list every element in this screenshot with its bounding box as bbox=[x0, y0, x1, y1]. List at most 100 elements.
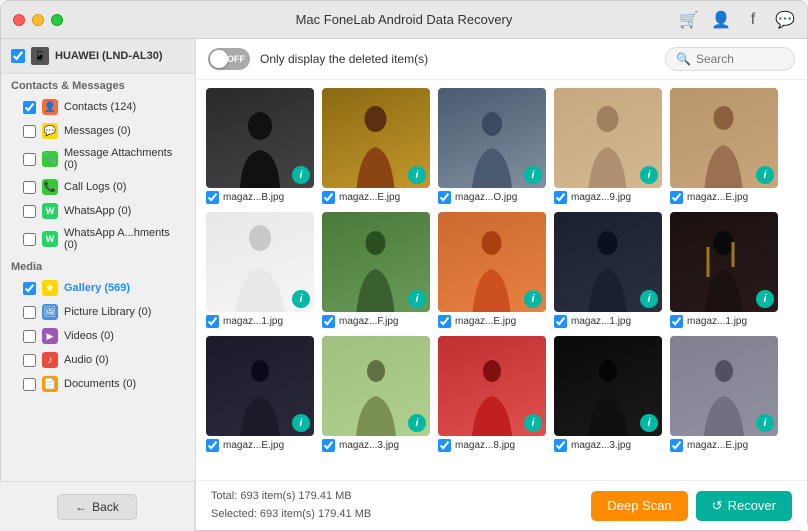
photo-thumb[interactable]: i bbox=[670, 212, 778, 312]
photo-checkbox[interactable] bbox=[206, 439, 219, 452]
photo-label: magaz...1.jpg bbox=[223, 316, 283, 327]
list-item: i magaz...E.jpg bbox=[670, 336, 778, 452]
info-badge[interactable]: i bbox=[408, 166, 426, 184]
photo-thumb[interactable]: i bbox=[670, 88, 778, 188]
photo-thumb[interactable]: i bbox=[438, 212, 546, 312]
photo-thumb[interactable]: i bbox=[322, 88, 430, 188]
info-badge[interactable]: i bbox=[524, 166, 542, 184]
back-button[interactable]: ← Back bbox=[57, 494, 137, 520]
msg-attach-icon: 📎 bbox=[42, 151, 58, 167]
photo-thumb[interactable]: i bbox=[670, 336, 778, 436]
status-text: Total: 693 item(s) 179.41 MB Selected: 6… bbox=[211, 488, 371, 523]
info-badge[interactable]: i bbox=[640, 414, 658, 432]
photo-checkbox[interactable] bbox=[554, 191, 567, 204]
sidebar-item-gallery[interactable]: ★ Gallery (569) bbox=[1, 276, 195, 300]
photo-checkbox[interactable] bbox=[438, 315, 451, 328]
call-logs-checkbox[interactable] bbox=[23, 181, 36, 194]
photo-thumb[interactable]: i bbox=[554, 212, 662, 312]
cart-icon[interactable]: 🛒 bbox=[679, 10, 699, 30]
user-icon[interactable]: 👤 bbox=[711, 10, 731, 30]
info-badge[interactable]: i bbox=[756, 290, 774, 308]
sidebar-item-pic-lib[interactable]: 🖼 Picture Library (0) bbox=[1, 300, 195, 324]
sidebar-item-audio[interactable]: ♪ Audio (0) bbox=[1, 348, 195, 372]
person-silhouette bbox=[697, 103, 752, 188]
photo-checkbox[interactable] bbox=[670, 439, 683, 452]
list-item: i magaz...E.jpg bbox=[322, 88, 430, 204]
facebook-icon[interactable]: f bbox=[743, 10, 763, 30]
photo-checkbox[interactable] bbox=[670, 191, 683, 204]
whatsapp-checkbox[interactable] bbox=[23, 205, 36, 218]
maximize-button[interactable] bbox=[51, 14, 63, 26]
info-badge[interactable]: i bbox=[524, 290, 542, 308]
list-item: i magaz...8.jpg bbox=[438, 336, 546, 452]
documents-checkbox[interactable] bbox=[23, 378, 36, 391]
photo-label-row: magaz...8.jpg bbox=[438, 439, 546, 452]
photo-checkbox[interactable] bbox=[206, 191, 219, 204]
photo-thumb[interactable]: i bbox=[206, 88, 314, 188]
photo-checkbox[interactable] bbox=[322, 315, 335, 328]
photo-checkbox[interactable] bbox=[554, 439, 567, 452]
sidebar-item-call-logs[interactable]: 📞 Call Logs (0) bbox=[1, 175, 195, 199]
photo-thumb[interactable]: i bbox=[322, 336, 430, 436]
photo-label-row: magaz...E.jpg bbox=[322, 191, 430, 204]
recover-button[interactable]: ↺ Recover bbox=[696, 491, 792, 521]
deep-scan-button[interactable]: Deep Scan bbox=[591, 491, 687, 521]
videos-checkbox[interactable] bbox=[23, 330, 36, 343]
sidebar-item-whatsapp[interactable]: W WhatsApp (0) bbox=[1, 199, 195, 223]
total-status: Total: 693 item(s) 179.41 MB bbox=[211, 488, 371, 506]
photo-checkbox[interactable] bbox=[554, 315, 567, 328]
sidebar-item-videos[interactable]: ▶ Videos (0) bbox=[1, 324, 195, 348]
photo-thumb[interactable]: i bbox=[554, 88, 662, 188]
info-badge[interactable]: i bbox=[292, 290, 310, 308]
photo-label-row: magaz...B.jpg bbox=[206, 191, 314, 204]
close-button[interactable] bbox=[13, 14, 25, 26]
info-badge[interactable]: i bbox=[524, 414, 542, 432]
search-input[interactable] bbox=[696, 52, 786, 66]
info-badge[interactable]: i bbox=[756, 166, 774, 184]
photo-thumb[interactable]: i bbox=[322, 212, 430, 312]
photo-checkbox[interactable] bbox=[438, 191, 451, 204]
device-checkbox[interactable] bbox=[11, 49, 25, 63]
sidebar-item-contacts[interactable]: 👤 Contacts (124) bbox=[1, 95, 195, 119]
info-badge[interactable]: i bbox=[640, 290, 658, 308]
info-badge[interactable]: i bbox=[640, 166, 658, 184]
sidebar-item-whatsapp-attach[interactable]: W WhatsApp A...hments (0) bbox=[1, 223, 195, 255]
list-item: i magaz...E.jpg bbox=[438, 212, 546, 328]
info-badge[interactable]: i bbox=[408, 414, 426, 432]
title-bar: Mac FoneLab Android Data Recovery 🛒 👤 f … bbox=[1, 1, 807, 39]
photo-thumb[interactable]: i bbox=[206, 336, 314, 436]
content-area: OFF Only display the deleted item(s) 🔍 bbox=[196, 39, 807, 530]
pic-lib-checkbox[interactable] bbox=[23, 306, 36, 319]
photo-checkbox[interactable] bbox=[438, 439, 451, 452]
info-badge[interactable]: i bbox=[292, 414, 310, 432]
info-badge[interactable]: i bbox=[408, 290, 426, 308]
contacts-checkbox[interactable] bbox=[23, 101, 36, 114]
photo-checkbox[interactable] bbox=[322, 439, 335, 452]
device-row[interactable]: 📱 HUAWEI (LND-AL30) bbox=[1, 39, 195, 74]
chat-icon[interactable]: 💬 bbox=[775, 10, 795, 30]
photo-thumb[interactable]: i bbox=[554, 336, 662, 436]
info-badge[interactable]: i bbox=[756, 414, 774, 432]
whatsapp-attach-checkbox[interactable] bbox=[23, 233, 36, 246]
gallery-icon: ★ bbox=[42, 280, 58, 296]
sidebar-item-messages[interactable]: 💬 Messages (0) bbox=[1, 119, 195, 143]
photo-checkbox[interactable] bbox=[670, 315, 683, 328]
photo-thumb[interactable]: i bbox=[206, 212, 314, 312]
audio-checkbox[interactable] bbox=[23, 354, 36, 367]
person-silhouette bbox=[230, 222, 290, 312]
info-badge[interactable]: i bbox=[292, 166, 310, 184]
gallery-checkbox[interactable] bbox=[23, 282, 36, 295]
action-buttons: Deep Scan ↺ Recover bbox=[591, 491, 792, 521]
msg-attach-checkbox[interactable] bbox=[23, 153, 36, 166]
messages-checkbox[interactable] bbox=[23, 125, 36, 138]
sidebar-item-msg-attach[interactable]: 📎 Message Attachments (0) bbox=[1, 143, 195, 175]
photo-checkbox[interactable] bbox=[322, 191, 335, 204]
minimize-button[interactable] bbox=[32, 14, 44, 26]
toggle-button[interactable]: OFF bbox=[208, 48, 250, 70]
sidebar-item-documents[interactable]: 📄 Documents (0) bbox=[1, 372, 195, 396]
photo-thumb[interactable]: i bbox=[438, 336, 546, 436]
photo-thumb[interactable]: i bbox=[438, 88, 546, 188]
photo-checkbox[interactable] bbox=[206, 315, 219, 328]
search-box[interactable]: 🔍 bbox=[665, 47, 795, 71]
audio-icon: ♪ bbox=[42, 352, 58, 368]
